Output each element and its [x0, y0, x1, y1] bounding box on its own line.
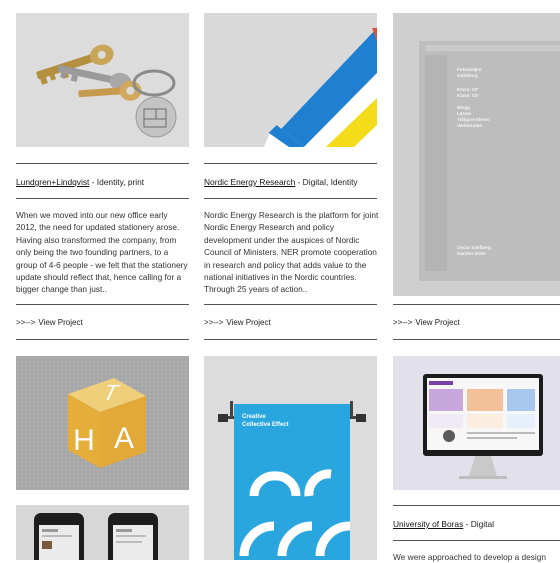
cube-letter-h: H [73, 424, 95, 457]
poster-title-line-1: Creative [242, 414, 266, 420]
arrow-icon: >>--> [393, 318, 413, 327]
divider [16, 163, 189, 164]
divider [393, 304, 560, 305]
stripes-graphic [204, 13, 377, 147]
view-project-label: View Project [38, 318, 83, 327]
view-project-label: View Project [226, 318, 271, 327]
cube-letters: T H A [16, 356, 189, 490]
sheet-text-list: Blogg Lärare Tidigare Elever Verktreuten [457, 105, 490, 128]
phones-image [16, 505, 189, 560]
project-title: Nordic Energy Research - Digital, Identi… [204, 177, 358, 187]
project-link[interactable]: University of Boras [393, 519, 463, 529]
project-thumbnail-stripes[interactable] [204, 13, 377, 147]
project-category: - Identity, print [89, 177, 145, 187]
divider [393, 505, 560, 506]
divider [204, 339, 377, 340]
cube-letter-a: A [114, 422, 134, 455]
divider [16, 339, 189, 340]
project-description: Nordic Energy Research is the platform f… [204, 210, 379, 295]
divider [393, 339, 560, 340]
project-description: We were approached to develop a design [393, 552, 546, 562]
poster-image: Creative Collective Effect [204, 356, 377, 560]
project-category: - Digital, Identity [295, 177, 358, 187]
sheet-text-top: Fotoateljen Göteborg [457, 67, 482, 78]
divider [204, 304, 377, 305]
project-title: Lundgren+Lindqvist - Identity, print [16, 177, 144, 187]
view-project-link[interactable]: >>--> View Project [16, 318, 83, 327]
view-project-link[interactable]: >>--> View Project [204, 318, 271, 327]
project-description: When we moved into our new office early … [16, 210, 188, 295]
monitor-image [393, 356, 560, 490]
divider [204, 163, 377, 164]
view-project-label: View Project [415, 318, 460, 327]
sheet-column [425, 55, 447, 271]
sheet-text-bottom: Oscar Sahlberg Garden State [457, 245, 491, 256]
project-thumbnail-monitor[interactable] [393, 356, 560, 490]
sheet-text-mid: Klass: 03° Klass: 03° [457, 87, 480, 98]
project-title: University of Boras - Digital [393, 519, 494, 529]
project-thumbnail-poster[interactable]: Creative Collective Effect [204, 356, 377, 560]
arrow-icon: >>--> [16, 318, 36, 327]
divider [204, 198, 377, 199]
project-link[interactable]: Lundgren+Lindqvist [16, 177, 89, 187]
project-link[interactable]: Nordic Energy Research [204, 177, 295, 187]
stationery-sheet: Fotoateljen Göteborg Klass: 03° Klass: 0… [419, 41, 560, 281]
divider [393, 540, 560, 541]
project-thumbnail-phones[interactable] [16, 505, 189, 560]
project-thumbnail-keys[interactable] [16, 13, 189, 147]
divider [16, 198, 189, 199]
project-category: - Digital [463, 519, 494, 529]
sheet-toolbar [425, 45, 560, 51]
poster-title-line-2: Collective Effect [242, 422, 289, 428]
view-project-link[interactable]: >>--> View Project [393, 318, 460, 327]
project-thumbnail-stationery[interactable]: Fotoateljen Göteborg Klass: 03° Klass: 0… [393, 13, 560, 296]
keys-image [16, 13, 189, 147]
project-thumbnail-cube[interactable]: T H A [16, 356, 189, 490]
divider [16, 304, 189, 305]
arrow-icon: >>--> [204, 318, 224, 327]
